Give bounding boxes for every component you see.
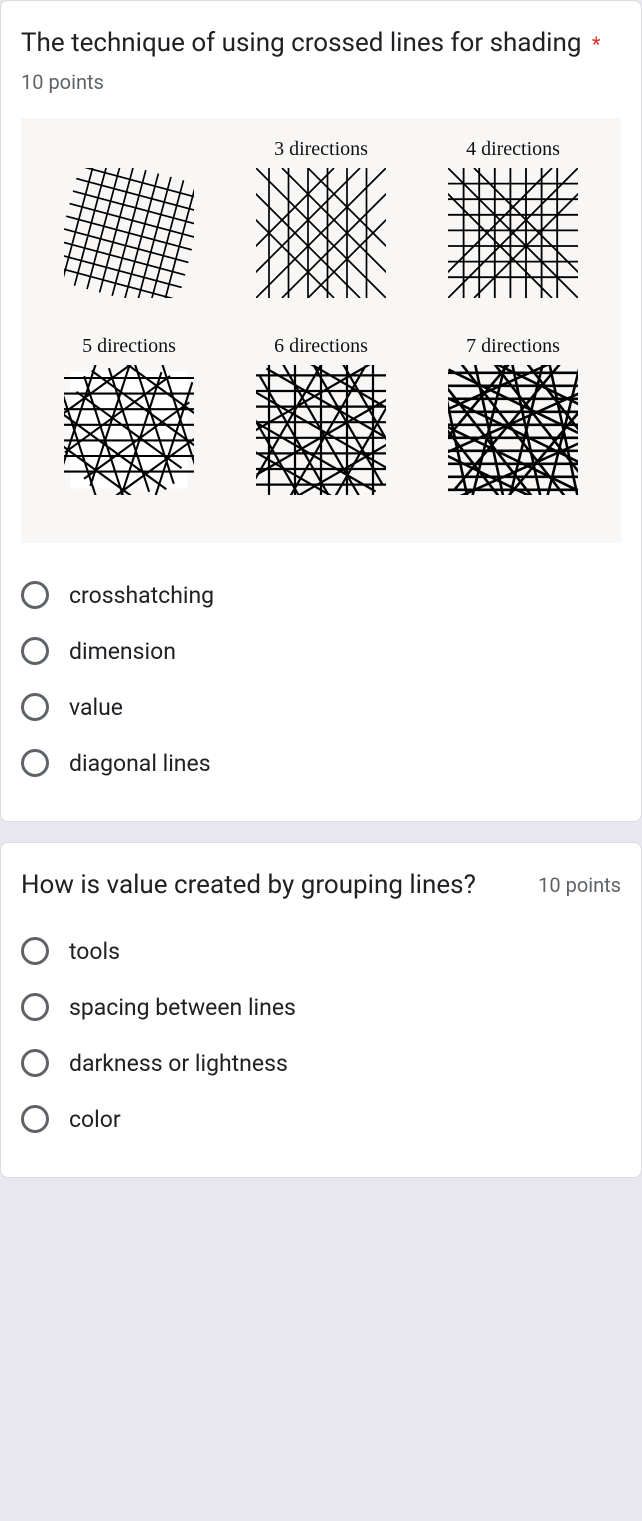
hatch-label: 5 directions: [82, 335, 176, 361]
hatch-label: 6 directions: [274, 335, 368, 361]
radio-icon: [21, 1105, 49, 1133]
points-label: 10 points: [538, 867, 621, 903]
radio-option[interactable]: darkness or lightness: [21, 1035, 621, 1091]
option-label: darkness or lightness: [69, 1050, 288, 1077]
radio-icon: [21, 1049, 49, 1077]
question-header: The technique of using crossed lines for…: [21, 25, 621, 100]
question-card: The technique of using crossed lines for…: [0, 0, 642, 822]
hatch-label: 4 directions: [466, 138, 560, 164]
hatch-label: 7 directions: [466, 335, 560, 361]
hatch-swatch-3dir: [256, 168, 386, 298]
radio-option[interactable]: crosshatching: [21, 567, 621, 623]
radio-icon: [21, 993, 49, 1021]
radio-option[interactable]: tools: [21, 923, 621, 979]
option-label: crosshatching: [69, 582, 214, 609]
radio-icon: [21, 581, 49, 609]
question-header: How is value created by grouping lines? …: [21, 867, 621, 905]
points-label: 10 points: [21, 70, 104, 94]
question-title: The technique of using crossed lines for…: [21, 25, 621, 100]
hatch-swatch-7dir: [448, 365, 578, 495]
option-label: dimension: [69, 638, 176, 665]
hatch-swatch-4dir: [448, 168, 578, 298]
option-label: spacing between lines: [69, 994, 296, 1021]
radio-option[interactable]: diagonal lines: [21, 735, 621, 791]
question-image: 3 directions 4 directions: [21, 118, 621, 543]
radio-icon: [21, 637, 49, 665]
option-label: diagonal lines: [69, 750, 211, 777]
option-label: tools: [69, 938, 120, 965]
question-text: How is value created by grouping lines?: [21, 870, 476, 900]
radio-option[interactable]: color: [21, 1091, 621, 1147]
hatch-swatch-5dir: [64, 365, 194, 495]
options-group: tools spacing between lines darkness or …: [21, 923, 621, 1147]
required-indicator: *: [592, 32, 601, 56]
option-label: color: [69, 1106, 121, 1133]
radio-icon: [21, 693, 49, 721]
radio-icon: [21, 937, 49, 965]
hatch-swatch-6dir: [256, 365, 386, 495]
question-card: How is value created by grouping lines? …: [0, 842, 642, 1178]
question-title: How is value created by grouping lines?: [21, 867, 530, 905]
options-group: crosshatching dimension value diagonal l…: [21, 567, 621, 791]
option-label: value: [69, 694, 123, 721]
radio-option[interactable]: dimension: [21, 623, 621, 679]
radio-option[interactable]: spacing between lines: [21, 979, 621, 1035]
radio-option[interactable]: value: [21, 679, 621, 735]
radio-icon: [21, 749, 49, 777]
hatch-label: 3 directions: [274, 138, 368, 164]
hatch-swatch-2dir: [64, 168, 194, 298]
question-text: The technique of using crossed lines for…: [21, 28, 581, 58]
